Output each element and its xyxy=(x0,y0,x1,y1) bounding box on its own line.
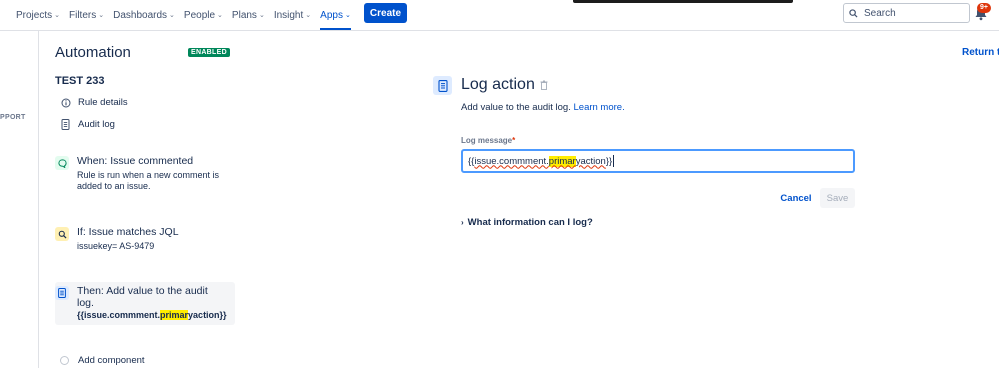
cancel-button[interactable]: Cancel xyxy=(776,189,816,208)
chevron-down-icon: ⌄ xyxy=(98,12,105,19)
add-circle-icon xyxy=(60,356,69,365)
description-text: Add value to the audit log. xyxy=(461,102,571,113)
top-navigation: Projects ⌄ Filters ⌄ Dashboards ⌄ People ⌄ P… xyxy=(0,0,999,31)
component-description: Rule is run when a new comment is added … xyxy=(77,170,220,191)
save-button[interactable]: Save xyxy=(820,188,855,208)
code-highlight: primar xyxy=(160,310,189,320)
create-button[interactable]: Create xyxy=(364,3,407,23)
condition-component[interactable]: If: Issue matches JQL issuekey= AS-9479 xyxy=(55,226,235,252)
nav-items: Projects ⌄ Filters ⌄ Dashboards ⌄ People ⌄ P… xyxy=(16,0,360,30)
search-icon xyxy=(849,8,858,18)
nav-insight-label: Insight xyxy=(273,9,304,21)
component-code: {{issue.commment.primaryaction}} xyxy=(77,309,227,321)
status-badge: ENABLED xyxy=(188,48,230,57)
text-caret xyxy=(613,155,615,167)
log-message-input[interactable]: {{issue.commment. primar yaction}} xyxy=(461,149,855,173)
action-component[interactable]: Then: Add value to the audit log. {{issu… xyxy=(55,282,235,325)
nav-projects[interactable]: Projects ⌄ xyxy=(16,0,60,30)
page-title: Automation xyxy=(55,44,131,61)
nav-filters-label: Filters xyxy=(69,9,97,21)
chevron-down-icon: ⌄ xyxy=(169,12,175,19)
rule-name: TEST 233 xyxy=(55,75,105,87)
required-marker: * xyxy=(512,136,516,145)
input-misspelled-part1: issue.commment. xyxy=(474,155,549,167)
sidebar-divider xyxy=(38,31,39,368)
chevron-down-icon: ⌄ xyxy=(344,12,351,19)
nav-filters[interactable]: Filters ⌄ xyxy=(69,0,104,30)
search-box[interactable] xyxy=(843,3,970,23)
info-icon xyxy=(60,98,71,108)
what-info-toggle[interactable]: › What information can I log? xyxy=(461,217,593,228)
trigger-component[interactable]: When: Issue commented Rule is run when a… xyxy=(55,155,235,192)
add-component-button[interactable]: Add component xyxy=(60,355,145,366)
add-component-label: Add component xyxy=(78,355,145,366)
component-title-line2: log. xyxy=(77,297,94,309)
nav-plans[interactable]: Plans ⌄ xyxy=(232,0,265,30)
comment-trigger-icon xyxy=(55,156,69,170)
component-title: When: Issue commented xyxy=(77,155,194,167)
search-condition-icon xyxy=(55,227,69,241)
rule-details-link[interactable]: Rule details xyxy=(60,97,128,108)
return-link[interactable]: Return to xyxy=(962,47,999,58)
audit-log-link[interactable]: Audit log xyxy=(60,119,115,130)
nav-people[interactable]: People ⌄ xyxy=(184,0,223,30)
field-label-text: Log message xyxy=(461,136,513,145)
nav-plans-label: Plans xyxy=(231,9,257,21)
chevron-down-icon: ⌄ xyxy=(217,12,223,19)
chevron-down-icon: ⌄ xyxy=(305,12,312,19)
input-misspelled-part2: yaction xyxy=(575,155,606,167)
nav-dashboards-label: Dashboards xyxy=(113,9,168,21)
chevron-right-icon: › xyxy=(461,218,464,227)
panel-title-text: Log action xyxy=(461,76,535,93)
document-icon xyxy=(60,119,71,130)
code-suffix: yaction}} xyxy=(188,310,227,320)
input-suffix: }} xyxy=(605,155,613,167)
nav-insight[interactable]: Insight ⌄ xyxy=(274,0,311,30)
rule-details-label: Rule details xyxy=(78,97,128,108)
search-input[interactable] xyxy=(864,7,964,19)
code-prefix: {{issue.commment. xyxy=(77,310,161,320)
audit-log-label: Audit log xyxy=(78,119,115,130)
input-highlight: primar xyxy=(548,155,576,167)
nav-people-label: People xyxy=(183,9,216,21)
chevron-down-icon: ⌄ xyxy=(258,12,265,19)
component-title-line1: Then: Add value to the audit xyxy=(77,285,208,297)
sidebar-stub-text: PPORT xyxy=(0,114,26,121)
what-info-label: What information can I log? xyxy=(467,217,593,228)
notification-badge: 9+ xyxy=(977,3,991,13)
learn-more-link[interactable]: Learn more. xyxy=(574,102,625,113)
component-title: If: Issue matches JQL xyxy=(77,226,179,238)
log-action-icon xyxy=(433,76,452,95)
window-overlay-bar xyxy=(573,0,793,3)
component-description: issuekey= AS-9479 xyxy=(77,241,155,251)
log-message-label: Log message* xyxy=(461,136,515,145)
chevron-down-icon: ⌄ xyxy=(54,12,60,19)
log-action-icon xyxy=(55,286,69,300)
trash-icon[interactable] xyxy=(540,80,548,90)
nav-apps-label: Apps xyxy=(320,9,343,21)
nav-dashboards[interactable]: Dashboards ⌄ xyxy=(113,0,175,30)
panel-description: Add value to the audit log. Learn more. xyxy=(461,102,625,113)
panel-title: Log action xyxy=(461,76,548,94)
nav-apps[interactable]: Apps ⌄ xyxy=(320,0,351,30)
nav-projects-label: Projects xyxy=(16,9,53,21)
